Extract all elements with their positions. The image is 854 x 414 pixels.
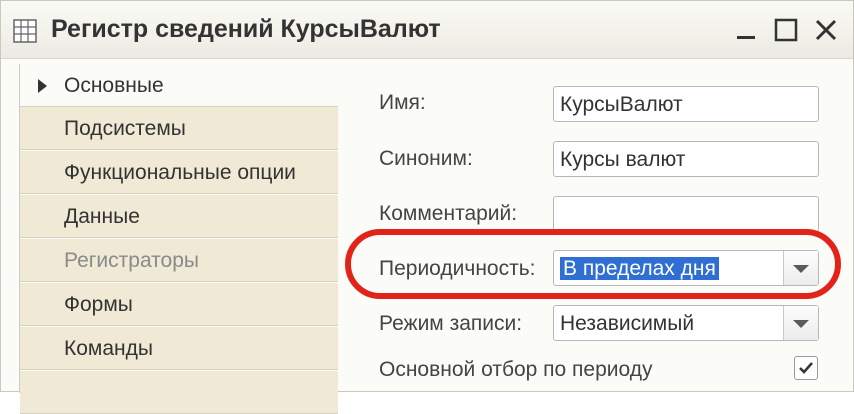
minimize-icon[interactable]	[729, 13, 763, 47]
name-input[interactable]: КурсыВалют	[553, 86, 819, 122]
comment-input[interactable]	[553, 196, 819, 232]
chevron-down-icon[interactable]	[783, 306, 818, 340]
tab-label: Данные	[64, 205, 140, 228]
periodicity-value: В пределах дня	[560, 257, 719, 280]
tab-label: Регистраторы	[64, 249, 200, 272]
close-icon[interactable]	[809, 13, 843, 47]
period-filter-label: Основной отбор по периоду	[379, 358, 653, 381]
write-mode-value: Независимый	[560, 312, 695, 335]
tab-label: Команды	[64, 337, 153, 360]
maximize-icon[interactable]	[769, 13, 803, 47]
write-mode-label: Режим записи:	[379, 312, 523, 335]
tab-functional-options[interactable]: Функциональные опции	[20, 151, 338, 194]
section-tabs: Основные Подсистемы Функциональные опции…	[19, 64, 340, 414]
tab-registrators[interactable]: Регистраторы	[20, 239, 338, 282]
synonym-input[interactable]: Курсы валют	[553, 141, 819, 177]
tab-commands[interactable]: Команды	[20, 327, 338, 370]
tab-data[interactable]: Данные	[20, 195, 338, 238]
tab-label: Основные	[64, 74, 164, 97]
tab-more[interactable]	[20, 371, 338, 414]
name-label: Имя:	[379, 91, 426, 114]
write-mode-select[interactable]: Независимый	[553, 305, 819, 341]
tab-label: Формы	[64, 293, 133, 316]
register-window: Регистр сведений КурсыВалют Основные Под…	[0, 0, 854, 414]
synonym-label: Синоним:	[379, 147, 473, 170]
comment-label: Комментарий:	[379, 202, 518, 225]
triangle-right-icon	[38, 79, 47, 93]
chevron-down-icon[interactable]	[783, 251, 818, 285]
window-title: Регистр сведений КурсыВалют	[51, 15, 441, 43]
tab-subsystems[interactable]: Подсистемы	[20, 107, 338, 150]
checkmark-icon	[799, 362, 813, 374]
tab-label: Функциональные опции	[64, 161, 296, 184]
name-value: КурсыВалют	[560, 93, 683, 116]
tab-label: Подсистемы	[64, 117, 186, 140]
periodicity-select[interactable]: В пределах дня	[553, 250, 819, 286]
table-grid-icon	[13, 19, 37, 43]
period-filter-checkbox[interactable]	[794, 356, 818, 380]
tab-main[interactable]: Основные	[20, 64, 338, 107]
periodicity-label: Периодичность:	[379, 257, 536, 280]
synonym-value: Курсы валют	[560, 148, 686, 171]
tab-forms[interactable]: Формы	[20, 283, 338, 326]
title-bar[interactable]: Регистр сведений КурсыВалют	[1, 1, 853, 59]
